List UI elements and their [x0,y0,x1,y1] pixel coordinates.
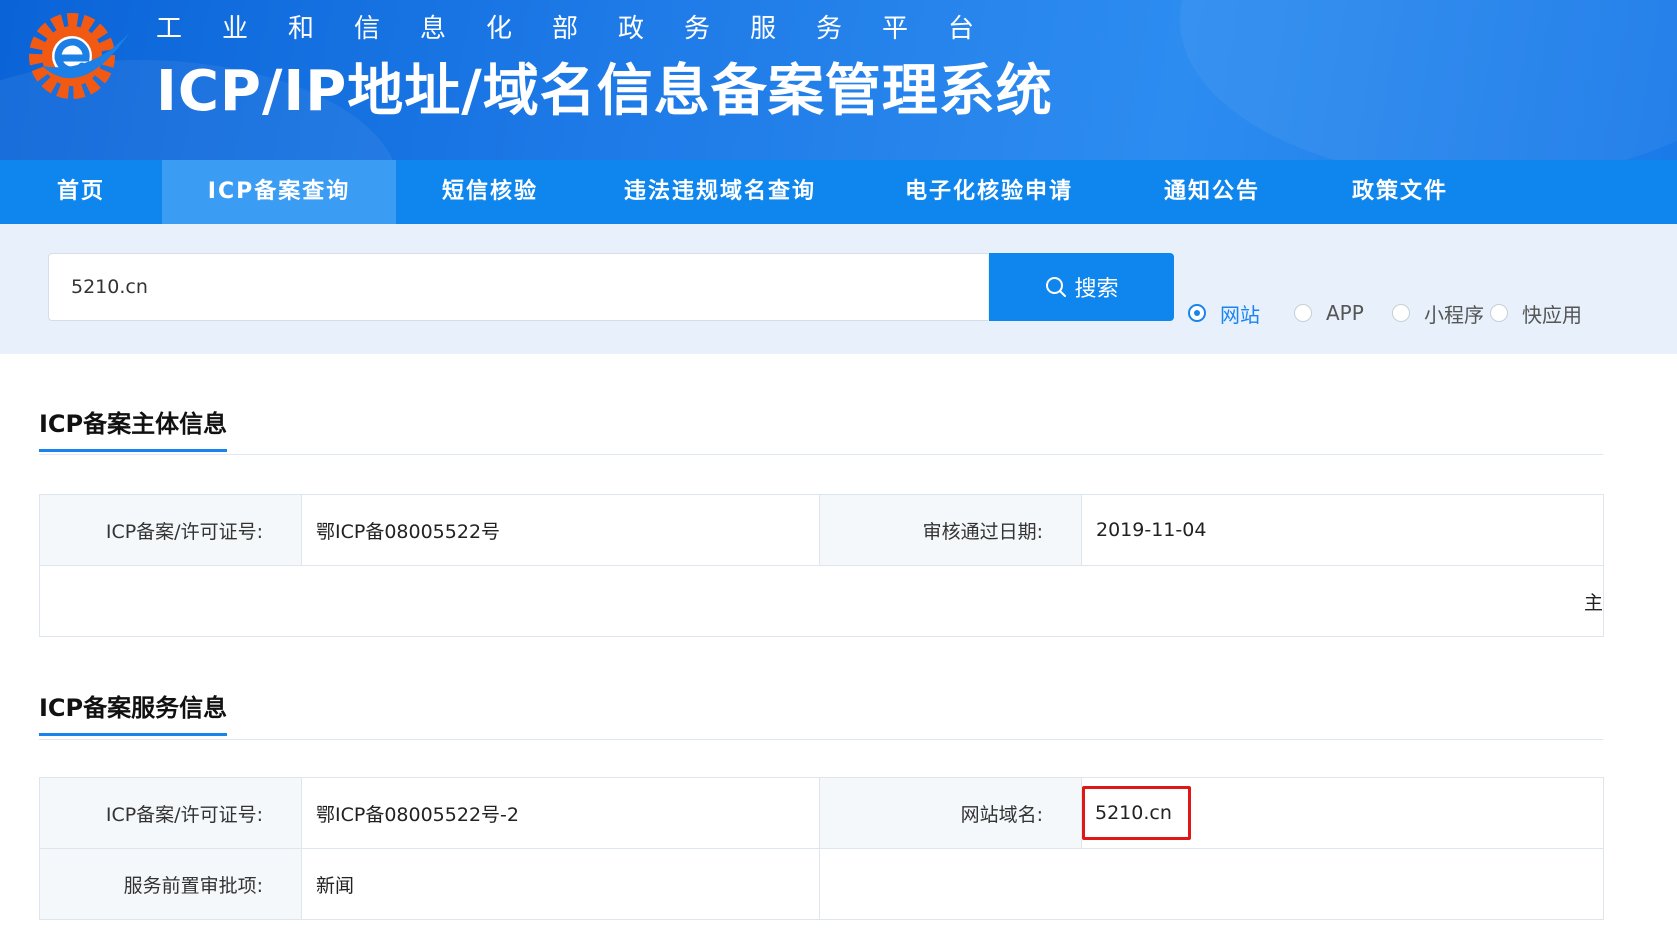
radio-label-quick-app: 快应用 [1522,302,1582,327]
table-row: 服务前置审批项: 新闻 [39,848,1604,920]
service-license-value: 鄂ICP备08005522号-2 [301,777,820,849]
radio-label-website: 网站 [1220,302,1260,327]
search-button[interactable]: 搜索 [989,253,1174,321]
nav-item-policy-docs[interactable]: 政策文件 [1302,160,1498,224]
header-decoration [1180,0,1677,160]
table-row: ICP备案/许可证号: 鄂ICP备08005522号-2 网站域名: 5210.… [39,777,1604,849]
license-number-label: ICP备案/许可证号: [39,494,302,566]
approval-date-value: 2019-11-04 [1081,494,1604,566]
nav-item-home[interactable]: 首页 [0,160,162,224]
ministry-logo-icon[interactable] [22,4,134,104]
nav-item-illegal-domain-query[interactable]: 违法违规域名查询 [584,160,856,224]
radio-label-mini-program: 小程序 [1424,302,1484,327]
site-header: 工业和信息化部政务服务平台 ICP/IP地址/域名信息备案管理系统 [0,0,1677,160]
radio-label-app: APP [1326,301,1364,325]
service-info-table: ICP备案/许可证号: 鄂ICP备08005522号-2 网站域名: 5210.… [39,777,1604,920]
platform-slogan: 工业和信息化部政务服务平台 [156,14,1015,44]
section-divider [39,454,1603,455]
radio-unchecked-icon [1392,304,1410,322]
radio-website[interactable]: 网站 [1188,299,1294,328]
radio-unchecked-icon [1294,304,1312,322]
service-license-label: ICP备案/许可证号: [39,777,302,849]
radio-mini-program[interactable]: 小程序 [1392,299,1490,328]
website-domain-cell: 5210.cn [1081,777,1604,849]
table-row: 主 [39,565,1604,637]
empty-cell [819,848,1604,920]
search-button-label: 搜索 [1074,277,1119,302]
table-row: ICP备案/许可证号: 鄂ICP备08005522号 审核通过日期: 2019-… [39,494,1604,566]
search-area: 搜索 网站 APP 小程序 快应用 [0,224,1677,354]
radio-app[interactable]: APP [1294,301,1392,325]
search-input[interactable] [48,253,988,321]
nav-item-sms-verify[interactable]: 短信核验 [396,160,584,224]
website-domain-label: 网站域名: [819,777,1082,849]
nav-item-icp-query[interactable]: ICP备案查询 [162,160,396,224]
clipped-label-text: 主 [1583,591,1603,614]
pre-approval-value: 新闻 [301,848,820,920]
nav-item-e-verify-apply[interactable]: 电子化核验申请 [856,160,1122,224]
approval-date-label: 审核通过日期: [819,494,1082,566]
search-type-radio-group: 网站 APP 小程序 快应用 [1188,298,1590,328]
website-domain-value: 5210.cn [1082,786,1191,840]
license-number-value: 鄂ICP备08005522号 [301,494,820,566]
subject-info-table: ICP备案/许可证号: 鄂ICP备08005522号 审核通过日期: 2019-… [39,494,1604,637]
section-title-service-info: ICP备案服务信息 [39,688,228,736]
system-title: ICP/IP地址/域名信息备案管理系统 [156,59,1053,124]
subject-overflow-row: 主 [39,565,1604,637]
section-title-subject-info: ICP备案主体信息 [39,404,228,452]
radio-unchecked-icon [1490,304,1508,322]
main-nav: 首页 ICP备案查询 短信核验 违法违规域名查询 电子化核验申请 通知公告 政策… [0,160,1677,224]
section-divider [39,739,1603,740]
radio-quick-app[interactable]: 快应用 [1490,299,1590,328]
nav-item-notices[interactable]: 通知公告 [1122,160,1302,224]
radio-checked-icon [1188,304,1206,322]
search-icon [1046,277,1067,297]
pre-approval-label: 服务前置审批项: [39,848,302,920]
